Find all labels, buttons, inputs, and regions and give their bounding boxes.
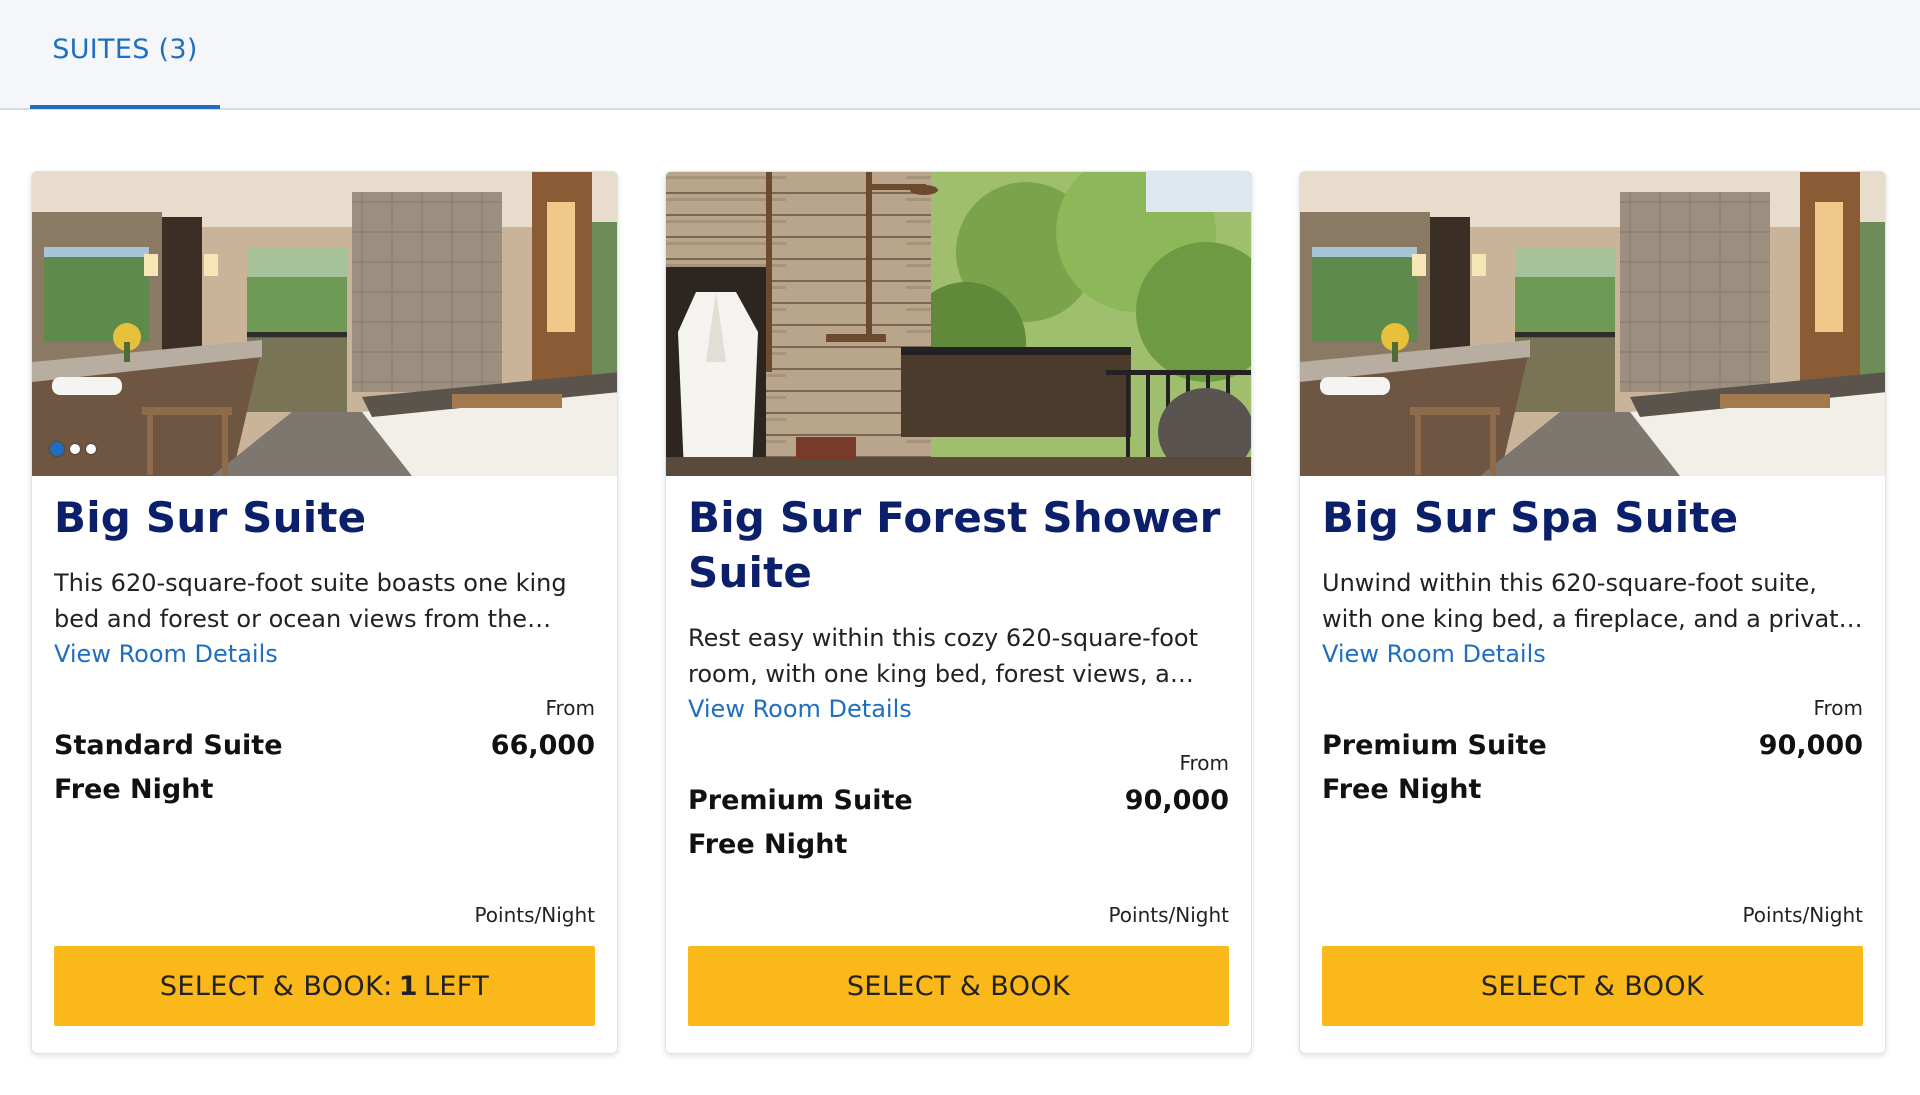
rate-name: Premium Suite Free Night bbox=[1322, 730, 1547, 805]
card-body: Big Sur Spa Suite Unwind within this 620… bbox=[1322, 476, 1863, 1053]
from-label: From bbox=[1813, 696, 1863, 720]
from-label: From bbox=[1179, 751, 1229, 775]
room-photo-carousel[interactable] bbox=[32, 172, 618, 476]
carousel-dot-3[interactable] bbox=[86, 444, 96, 454]
view-room-details-link[interactable]: View Room Details bbox=[54, 637, 278, 671]
room-photo-carousel[interactable] bbox=[1300, 172, 1886, 476]
rooms-left-count: 1 bbox=[398, 970, 418, 1002]
room-photo-carousel[interactable] bbox=[666, 172, 1252, 476]
rate-row: Premium Suite Free Night 90,000 bbox=[688, 779, 1229, 867]
points-price: 90,000 bbox=[1124, 785, 1229, 816]
select-and-book-button[interactable]: SELECT & BOOK: 1 LEFT bbox=[54, 946, 595, 1026]
view-room-details-link[interactable]: View Room Details bbox=[1322, 637, 1546, 671]
room-photo[interactable] bbox=[32, 172, 618, 476]
rate-name: Standard Suite Free Night bbox=[54, 730, 283, 805]
rate-row: Premium Suite Free Night 90,000 bbox=[1322, 724, 1863, 812]
carousel-dots bbox=[50, 442, 96, 456]
rate-name: Premium Suite Free Night bbox=[688, 785, 913, 860]
room-card-list: Big Sur Suite This 620-square-foot suite… bbox=[0, 0, 1920, 1095]
button-label: SELECT & BOOK bbox=[846, 970, 1071, 1002]
room-card: Big Sur Forest Shower Suite Rest easy wi… bbox=[665, 171, 1252, 1054]
select-and-book-button[interactable]: SELECT & BOOK bbox=[688, 946, 1229, 1026]
carousel-dot-1[interactable] bbox=[50, 442, 64, 456]
points-per-night-label: Points/Night bbox=[474, 903, 595, 927]
select-and-book-button[interactable]: SELECT & BOOK bbox=[1322, 946, 1863, 1026]
card-body: Big Sur Suite This 620-square-foot suite… bbox=[54, 476, 595, 1053]
from-label: From bbox=[545, 696, 595, 720]
view-room-details-link[interactable]: View Room Details bbox=[688, 692, 912, 726]
carousel-dot-2[interactable] bbox=[70, 444, 80, 454]
room-photo[interactable] bbox=[666, 172, 1252, 476]
room-name: Big Sur Forest Shower Suite bbox=[688, 493, 1221, 597]
button-suffix: LEFT bbox=[423, 970, 490, 1002]
button-label: SELECT & BOOK: bbox=[159, 970, 393, 1002]
room-card: Big Sur Spa Suite Unwind within this 620… bbox=[1299, 171, 1886, 1054]
room-description: Rest easy within this cozy 620-square-fo… bbox=[688, 624, 1198, 688]
room-name: Big Sur Spa Suite bbox=[1322, 493, 1739, 542]
points-price: 90,000 bbox=[1758, 730, 1863, 761]
room-description: Unwind within this 620-square-foot suite… bbox=[1322, 569, 1854, 633]
button-label: SELECT & BOOK bbox=[1480, 970, 1705, 1002]
room-photo[interactable] bbox=[1300, 172, 1886, 476]
room-card: Big Sur Suite This 620-square-foot suite… bbox=[31, 171, 618, 1054]
rate-row: Standard Suite Free Night 66,000 bbox=[54, 724, 595, 812]
room-description: This 620-square-foot suite boasts one ki… bbox=[54, 569, 567, 633]
card-body: Big Sur Forest Shower Suite Rest easy wi… bbox=[688, 476, 1229, 1053]
points-per-night-label: Points/Night bbox=[1108, 903, 1229, 927]
room-name: Big Sur Suite bbox=[54, 493, 367, 542]
points-per-night-label: Points/Night bbox=[1742, 903, 1863, 927]
points-price: 66,000 bbox=[490, 730, 595, 761]
